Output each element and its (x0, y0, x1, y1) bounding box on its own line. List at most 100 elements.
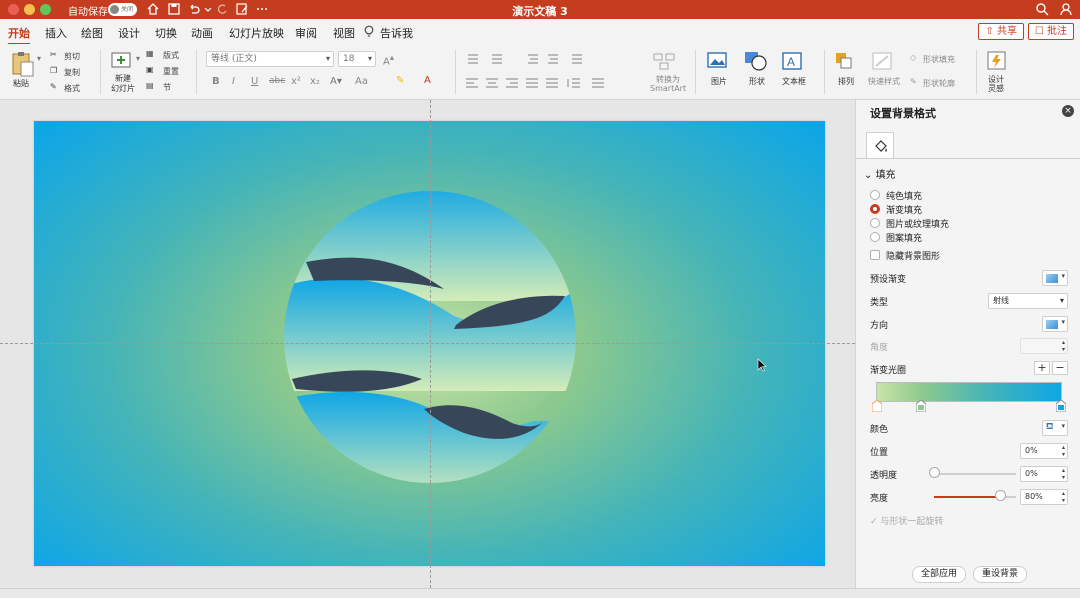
pattern-fill-radio[interactable] (870, 232, 880, 242)
alignment-icons[interactable] (464, 76, 624, 90)
angle-input[interactable]: ▴ ▾ (1020, 338, 1068, 354)
hide-background-checkbox[interactable] (870, 250, 880, 260)
design-ideas-label[interactable]: 设计 灵感 (988, 75, 1004, 93)
textbox-icon[interactable]: A (781, 50, 803, 72)
position-input[interactable]: 0% ▴ ▾ (1020, 443, 1068, 459)
rotate-with-shape-checkbox[interactable]: ✓ 与形状一起旋转 (870, 514, 943, 527)
increase-font-icon[interactable]: A▴ (383, 52, 394, 67)
gradient-type-select[interactable]: 射线 ▾ (988, 293, 1068, 309)
textbox-label[interactable]: 文本框 (782, 76, 806, 87)
search-icon[interactable] (1034, 1, 1050, 17)
font-color-icon[interactable]: A (424, 75, 431, 86)
gradient-fill-radio[interactable] (870, 204, 880, 214)
change-case-button[interactable]: Aa (355, 76, 368, 87)
shape-outline-label[interactable]: 形状轮廓 (923, 78, 955, 89)
fill-tab[interactable] (866, 132, 894, 158)
picture-label[interactable]: 图片 (711, 76, 727, 87)
hide-background-label[interactable]: 隐藏背景图形 (886, 249, 940, 262)
tab-home[interactable]: 开始 (8, 25, 30, 45)
apply-to-all-button[interactable]: 全部应用 (912, 566, 967, 583)
add-stop-button[interactable]: + (1034, 361, 1050, 375)
picture-fill-radio[interactable] (870, 218, 880, 228)
paste-label[interactable]: 粘贴 (13, 78, 29, 89)
reset-label[interactable]: 重置 (163, 66, 179, 77)
gradient-stop-handle[interactable] (916, 400, 926, 412)
new-slide-dropdown-icon[interactable]: ▾ (136, 54, 140, 63)
tell-me-search[interactable]: 告诉我 (380, 25, 413, 41)
cut-icon[interactable]: ✂ (50, 50, 57, 59)
format-painter-icon[interactable]: ✎ (50, 82, 57, 91)
gradient-stop-handle[interactable] (872, 400, 882, 412)
direction-picker[interactable]: ▾ (1042, 316, 1068, 332)
superscript-button[interactable]: x² (291, 76, 301, 87)
shape-fill-label[interactable]: 形状填充 (923, 54, 955, 65)
solid-fill-radio[interactable] (870, 190, 880, 200)
picture-fill-label[interactable]: 图片或纹理填充 (886, 217, 949, 230)
format-painter-label[interactable]: 格式 (64, 83, 80, 94)
tab-transitions[interactable]: 切换 (155, 25, 177, 41)
remove-stop-button[interactable]: − (1052, 361, 1068, 375)
comments-button[interactable]: ☐ 批注 (1027, 23, 1074, 40)
paste-icon[interactable] (10, 50, 36, 78)
more-icon[interactable] (254, 1, 270, 17)
underline-button[interactable]: U (251, 76, 258, 87)
arrange-icon[interactable] (833, 50, 855, 72)
picture-icon[interactable] (706, 50, 728, 72)
color-picker[interactable]: ⛾ ▾ (1042, 420, 1068, 436)
text-effect-icon[interactable]: A▾ (330, 76, 342, 87)
pattern-fill-label[interactable]: 图案填充 (886, 231, 922, 244)
font-name-select[interactable]: 等线 (正文) ▾ (206, 51, 334, 67)
shapes-label[interactable]: 形状 (749, 76, 765, 87)
italic-button[interactable]: I (232, 76, 235, 87)
autosave-toggle[interactable]: 关闭 (108, 3, 137, 16)
layout-icon[interactable]: ▦ (146, 49, 154, 58)
smartart-icon[interactable] (651, 50, 677, 72)
brightness-slider-thumb[interactable] (994, 490, 1006, 501)
cut-label[interactable]: 剪切 (64, 51, 80, 62)
transparency-slider[interactable] (934, 473, 1016, 475)
new-slide-icon[interactable] (110, 50, 134, 72)
copy-label[interactable]: 复制 (64, 67, 80, 78)
share-button[interactable]: ⇧ 共享 (978, 23, 1024, 40)
window-minimize-button[interactable] (24, 4, 35, 15)
tab-design[interactable]: 设计 (118, 25, 140, 41)
gradient-stops-bar[interactable] (876, 382, 1062, 402)
window-maximize-button[interactable] (40, 4, 51, 15)
quick-styles-label[interactable]: 快速样式 (868, 76, 900, 87)
solid-fill-label[interactable]: 纯色填充 (886, 189, 922, 202)
close-pane-button[interactable]: × (1062, 105, 1074, 117)
shape-outline-icon[interactable]: ✎ (910, 77, 917, 86)
vertical-guide[interactable] (430, 100, 431, 588)
tab-animations[interactable]: 动画 (191, 25, 213, 41)
font-size-select[interactable]: 18 ▾ (338, 51, 376, 67)
highlight-icon[interactable]: ✎ (396, 75, 404, 86)
arrange-label[interactable]: 排列 (838, 76, 854, 87)
home-icon[interactable] (145, 1, 161, 17)
design-ideas-icon[interactable] (985, 49, 1009, 73)
bold-button[interactable]: B (212, 76, 220, 87)
tab-draw[interactable]: 绘图 (81, 25, 103, 41)
shape-fill-icon[interactable]: ◇ (910, 53, 916, 62)
section-icon[interactable]: ▤ (146, 81, 154, 90)
edit-doc-icon[interactable] (234, 1, 250, 17)
save-icon[interactable] (166, 1, 182, 17)
subscript-button[interactable]: x₂ (310, 76, 320, 87)
list-icons[interactable] (464, 52, 584, 66)
tab-insert[interactable]: 插入 (45, 25, 67, 41)
shapes-icon[interactable] (743, 49, 769, 73)
strikethrough-button[interactable]: abc (269, 76, 285, 86)
layout-label[interactable]: 版式 (163, 50, 179, 61)
preset-gradient-picker[interactable]: ▾ (1042, 270, 1068, 286)
paste-dropdown-icon[interactable]: ▾ (37, 54, 41, 63)
gradient-fill-label[interactable]: 渐变填充 (886, 203, 922, 216)
reset-background-button[interactable]: 重设背景 (973, 566, 1028, 583)
tab-review[interactable]: 审阅 (295, 25, 317, 41)
transparency-input[interactable]: 0% ▴ ▾ (1020, 466, 1068, 482)
copy-icon[interactable]: ❐ (50, 66, 57, 75)
quick-styles-icon[interactable] (871, 50, 895, 72)
fill-section-header[interactable]: ⌄ 填充 (864, 166, 896, 181)
gradient-stop-handle[interactable] (1056, 400, 1066, 412)
window-close-button[interactable] (8, 4, 19, 15)
tab-slideshow[interactable]: 幻灯片放映 (229, 25, 284, 41)
section-label[interactable]: 节 (163, 82, 171, 93)
